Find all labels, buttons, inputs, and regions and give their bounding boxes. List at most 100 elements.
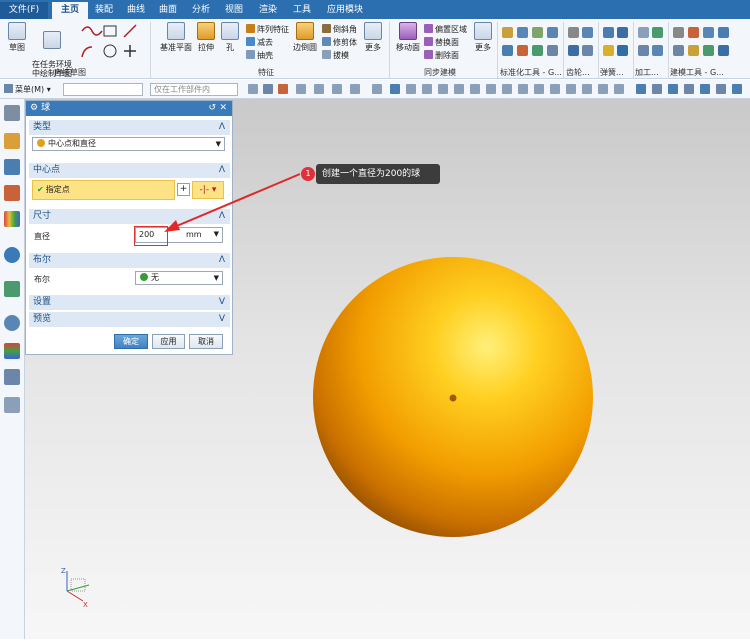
bool-select[interactable]: 无 ▼ — [135, 271, 223, 285]
tool-icon[interactable] — [532, 45, 543, 56]
snap-icon[interactable] — [486, 84, 496, 94]
snap-icon[interactable] — [390, 84, 400, 94]
draft-button[interactable]: 拔模 — [322, 50, 349, 61]
modeling-tool-icon[interactable] — [703, 45, 714, 56]
machining-tool-icon[interactable] — [638, 45, 649, 56]
gear-tool-icon[interactable] — [582, 27, 593, 38]
part-navigator-icon[interactable] — [4, 185, 20, 201]
tab-application[interactable]: 应用模块 — [322, 2, 368, 19]
cancel-button[interactable]: 取消 — [189, 334, 223, 349]
tab-view[interactable]: 视图 — [219, 2, 249, 19]
tab-assembly[interactable]: 装配 — [89, 2, 119, 19]
settings-icon[interactable] — [4, 105, 20, 121]
snap-icon[interactable] — [248, 84, 258, 94]
delete-face-button[interactable]: 删除面 — [424, 50, 459, 61]
gear-label[interactable]: 齿轮... — [566, 67, 590, 78]
view-icon[interactable] — [652, 84, 662, 94]
machining-tool-icon[interactable] — [652, 45, 663, 56]
move-face-button[interactable]: 移动面 — [394, 22, 422, 53]
view-icon[interactable] — [732, 84, 742, 94]
view-icon[interactable] — [716, 84, 726, 94]
replace-face-button[interactable]: 替换面 — [424, 37, 459, 48]
close-icon[interactable]: ✕ — [219, 101, 227, 116]
modeling-tool-icon[interactable] — [703, 27, 714, 38]
snap-icon[interactable] — [598, 84, 608, 94]
type-select[interactable]: 中心点和直径 ▼ — [32, 137, 225, 151]
modeling-tool-icon[interactable] — [688, 27, 699, 38]
snap-icon[interactable] — [296, 84, 306, 94]
modeling-tools-label[interactable]: 建模工具 - G... — [670, 67, 724, 78]
view-icon[interactable] — [636, 84, 646, 94]
edge-blend-button[interactable]: 边倒圆 — [292, 22, 318, 53]
snap-icon[interactable] — [332, 84, 342, 94]
more-features-button[interactable]: 更多 — [362, 22, 384, 53]
trim-body-button[interactable]: 修剪体 — [322, 37, 357, 48]
snap-icon[interactable] — [454, 84, 464, 94]
type-filter-combo[interactable] — [63, 83, 143, 96]
modeling-tool-icon[interactable] — [718, 45, 729, 56]
view-icon[interactable] — [700, 84, 710, 94]
snap-icon[interactable] — [614, 84, 624, 94]
snap-icon[interactable] — [350, 84, 360, 94]
palette-icon[interactable] — [4, 343, 20, 359]
hole-button[interactable]: 孔 — [220, 22, 240, 53]
machining-tool-icon[interactable] — [638, 27, 649, 38]
snap-icon[interactable] — [470, 84, 480, 94]
snap-icon[interactable] — [534, 84, 544, 94]
view-icon[interactable] — [668, 84, 678, 94]
snap-icon[interactable] — [550, 84, 560, 94]
subtract-button[interactable]: 减去 — [246, 37, 273, 48]
snap-icon[interactable] — [582, 84, 592, 94]
tool-icon[interactable] — [532, 27, 543, 38]
modeling-tool-icon[interactable] — [688, 45, 699, 56]
snap-icon[interactable] — [566, 84, 576, 94]
snap-icon[interactable] — [502, 84, 512, 94]
tab-tools[interactable]: 工具 — [287, 2, 317, 19]
spring-tool-icon[interactable] — [603, 45, 614, 56]
standard-tools-label[interactable]: 标准化工具 - G... — [500, 67, 562, 78]
tab-curve[interactable]: 曲线 — [121, 2, 151, 19]
tool-icon[interactable] — [517, 45, 528, 56]
sketch-curve-tools[interactable] — [78, 23, 144, 63]
specify-point-field[interactable]: ✔ 指定点 — [32, 180, 175, 200]
tool-icon[interactable] — [502, 45, 513, 56]
tool-icon[interactable] — [502, 27, 513, 38]
bool-section-header[interactable]: 布尔 ᐱ — [29, 253, 230, 268]
gear-tool-icon[interactable] — [582, 45, 593, 56]
snap-icon[interactable] — [263, 84, 273, 94]
modeling-tool-icon[interactable] — [673, 45, 684, 56]
shell-button[interactable]: 抽壳 — [246, 50, 273, 61]
snap-icon[interactable] — [422, 84, 432, 94]
menu-dropdown[interactable]: 菜单(M) ▾ — [4, 84, 51, 95]
tab-render[interactable]: 渲染 — [253, 2, 283, 19]
tool-icon[interactable] — [547, 45, 558, 56]
snap-icon[interactable] — [518, 84, 528, 94]
reuse-library-icon[interactable] — [4, 211, 20, 227]
reset-icon[interactable]: ↺ — [208, 101, 216, 116]
machining-label[interactable]: 加工... — [635, 67, 659, 78]
process-studio-icon[interactable] — [4, 369, 20, 385]
spring-tool-icon[interactable] — [617, 45, 628, 56]
spring-tool-icon[interactable] — [617, 27, 628, 38]
spring-label[interactable]: 弹簧... — [600, 67, 624, 78]
spring-tool-icon[interactable] — [603, 27, 614, 38]
tool-icon[interactable] — [517, 27, 528, 38]
tool-icon[interactable] — [547, 27, 558, 38]
ok-button[interactable]: 确定 — [114, 334, 148, 349]
assembly-navigator-icon[interactable] — [4, 133, 20, 149]
file-menu[interactable]: 文件(F) — [0, 2, 48, 19]
tab-home[interactable]: 主页 — [52, 2, 88, 19]
snap-icon[interactable] — [278, 84, 288, 94]
snap-icon[interactable] — [372, 84, 382, 94]
more-sync-button[interactable]: 更多 — [472, 22, 494, 53]
offset-region-button[interactable]: 偏置区域 — [424, 24, 467, 35]
settings-section-header[interactable]: 设置 ᐯ — [29, 295, 230, 310]
hd3d-tools-icon[interactable] — [4, 247, 20, 263]
extrude-button[interactable]: 拉伸 — [195, 22, 217, 53]
tab-surface[interactable]: 曲面 — [153, 2, 183, 19]
chamfer-button[interactable]: 倒斜角 — [322, 24, 357, 35]
machining-tool-icon[interactable] — [652, 27, 663, 38]
apply-button[interactable]: 应用 — [152, 334, 185, 349]
snap-icon[interactable] — [406, 84, 416, 94]
roles-icon[interactable] — [4, 397, 20, 413]
